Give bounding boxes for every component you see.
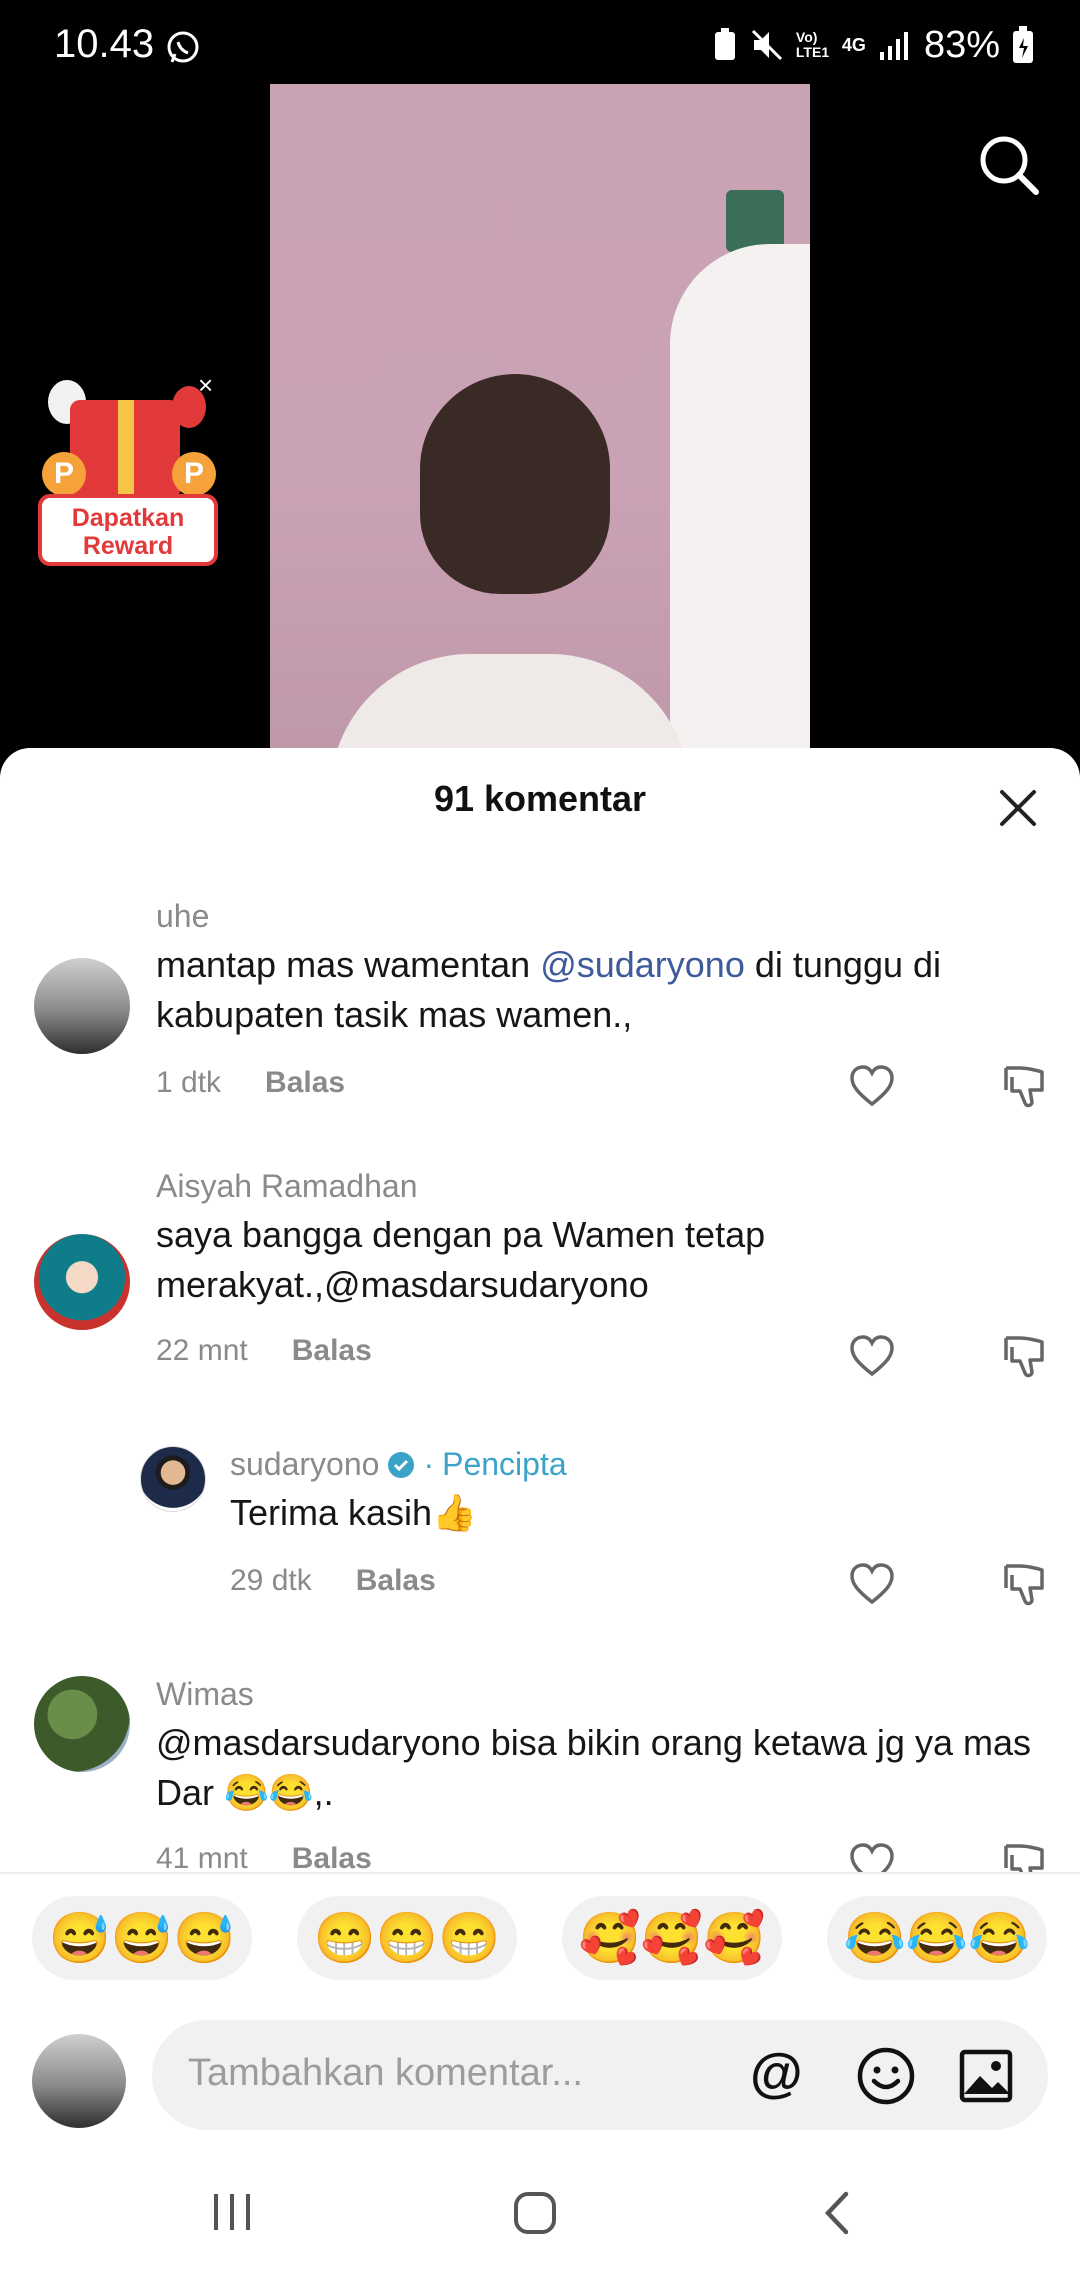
emoji-hearts-button[interactable]: 🥰🥰🥰 [562, 1896, 782, 1980]
comment-text: Terima kasih👍 [230, 1492, 477, 1533]
system-nav-bar [0, 2150, 1080, 2280]
comment-time: 41 mnt [156, 1842, 248, 1875]
comment-meta: 1 dtk Balas [156, 1066, 345, 1100]
emoji-sweat-smile-button[interactable]: 😅😅😅 [32, 1896, 252, 1980]
emoji-grin-button[interactable]: 😁😁😁 [297, 1896, 517, 1980]
person-shirt [330, 654, 690, 750]
creator-label: Pencipta [442, 1446, 567, 1482]
recent-apps-icon[interactable] [210, 2190, 254, 2234]
whatsapp-icon [167, 31, 199, 63]
back-icon[interactable] [818, 2190, 858, 2236]
current-user-avatar[interactable] [32, 2034, 126, 2128]
comment-time: 22 mnt [156, 1334, 248, 1367]
comment-text: saya bangga dengan pa Wamen tetap meraky… [156, 1214, 766, 1305]
emoji-joy-button[interactable]: 😂😂😂 [827, 1896, 1047, 1980]
verified-badge-icon [388, 1451, 415, 1478]
signal-icon [879, 32, 908, 60]
comment-input-row: Tambahkan komentar... @ [0, 2002, 1080, 2150]
status-bar: 10.43 Vo) LTE1 4G 83% [0, 0, 1080, 84]
emoji-quick-bar: 😅😅😅 😁😁😁 🥰🥰🥰 😂😂😂 [0, 1872, 1080, 2004]
thumbs-down-icon[interactable] [1000, 1332, 1048, 1380]
comment-text: @masdarsudaryono bisa bikin orang ketawa… [156, 1722, 1031, 1813]
creator-separator: · [423, 1446, 435, 1482]
battery-saver-icon [714, 28, 735, 60]
comment-username-row: sudaryono · Pencipta [230, 1446, 567, 1483]
comment-text: mantap mas wamentan @sudaryono di tunggu… [156, 940, 1036, 1040]
battery-icon [1013, 26, 1033, 63]
heart-icon[interactable] [848, 1560, 896, 1608]
comment-username[interactable]: Aisyah Ramadhan [156, 1168, 417, 1205]
comment-username[interactable]: sudaryono [230, 1446, 379, 1483]
reward-line2: Reward [82, 532, 174, 560]
reply-comment-item: sudaryono · Pencipta Terima kasih👍 29 dt… [0, 1446, 1080, 1636]
avatar[interactable] [140, 1446, 206, 1512]
heart-icon[interactable] [848, 1062, 896, 1110]
comment-text-part: mantap mas wamentan [156, 944, 541, 985]
reply-button[interactable]: Balas [356, 1564, 436, 1598]
reward-close-button[interactable]: × [198, 370, 213, 401]
reward-badge: Dapatkan Reward [38, 494, 218, 566]
battery-percent: 83% [923, 23, 1000, 66]
home-icon[interactable] [512, 2190, 558, 2236]
comment-username[interactable]: uhe [156, 898, 209, 935]
network-lte-label: Vo) LTE1 [795, 29, 830, 60]
comment-time: 29 dtk [230, 1564, 312, 1597]
comment-username[interactable]: Wimas [156, 1676, 254, 1713]
avatar[interactable] [34, 1676, 130, 1772]
mention-button[interactable]: @ [750, 2042, 803, 2104]
reply-button[interactable]: Balas [292, 1842, 372, 1876]
avatar[interactable] [34, 958, 130, 1054]
comment-item: uhe mantap mas wamentan @sudaryono di tu… [0, 898, 1080, 1148]
coin-icon: P [172, 452, 216, 496]
avatar[interactable] [34, 1234, 130, 1330]
comment-meta: 29 dtk Balas [230, 1564, 436, 1598]
video-frame[interactable] [270, 84, 810, 750]
thumbs-down-icon[interactable] [1000, 1062, 1048, 1110]
comment-item: Wimas @masdarsudaryono bisa bikin orang … [0, 1676, 1080, 1896]
comments-count-title: 91 komentar [433, 778, 647, 819]
comment-input[interactable]: Tambahkan komentar... @ [152, 2020, 1048, 2130]
comment-input-placeholder: Tambahkan komentar... [188, 2052, 583, 2094]
close-icon[interactable] [998, 788, 1038, 828]
status-time: 10.43 [54, 22, 155, 66]
reply-button[interactable]: Balas [292, 1334, 372, 1368]
mute-icon [751, 29, 782, 61]
comment-item: Aisyah Ramadhan saya bangga dengan pa Wa… [0, 1168, 1080, 1388]
emoji-icon[interactable] [856, 2046, 916, 2106]
image-icon[interactable] [958, 2048, 1014, 2104]
gift-ribbon [118, 400, 134, 500]
coin-icon: P [42, 452, 86, 496]
person-face [420, 374, 610, 594]
reply-button[interactable]: Balas [265, 1066, 345, 1100]
mention-link[interactable]: @sudaryono [540, 944, 745, 985]
status-icons: Vo) LTE1 4G 83% [712, 22, 1034, 68]
reward-line1: Dapatkan [71, 504, 185, 532]
person-arm [670, 244, 810, 750]
search-icon[interactable] [976, 132, 1042, 198]
comment-meta: 22 mnt Balas [156, 1334, 372, 1368]
network-4g-label: 4G [841, 34, 866, 55]
comment-time: 1 dtk [156, 1066, 222, 1099]
wall-switch [726, 190, 784, 252]
reward-widget[interactable]: P P Dapatkan Reward × [22, 370, 228, 570]
thumbs-down-icon[interactable] [1000, 1560, 1048, 1608]
comment-meta: 41 mnt Balas [156, 1842, 372, 1876]
heart-icon[interactable] [848, 1332, 896, 1380]
